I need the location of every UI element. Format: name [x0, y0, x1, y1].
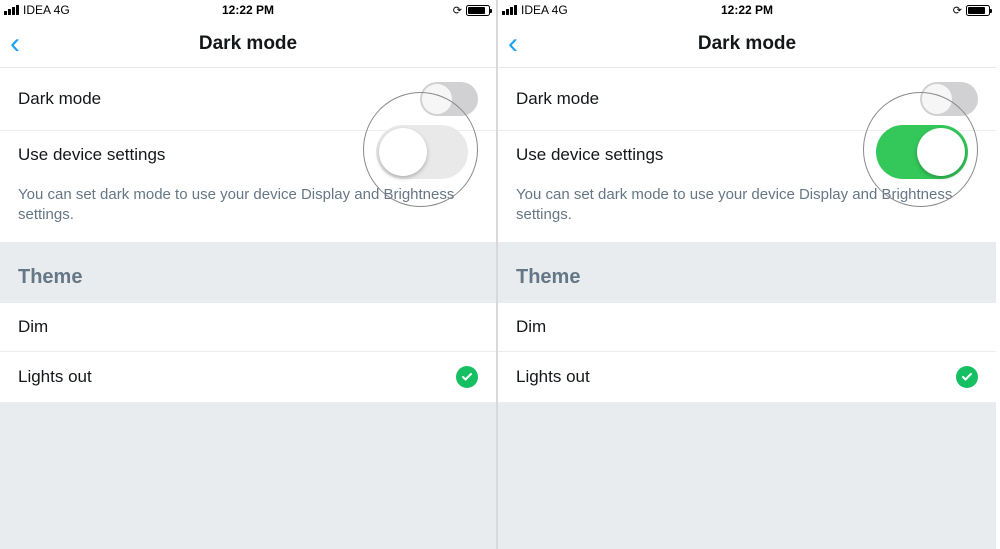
page-title: Dark mode — [698, 33, 796, 55]
theme-lights-out-label: Lights out — [516, 367, 590, 387]
orientation-lock-icon: ⟳ — [453, 4, 462, 17]
nav-header: ‹ Dark mode — [0, 20, 496, 68]
orientation-lock-icon: ⟳ — [953, 4, 962, 17]
use-device-label: Use device settings — [516, 145, 663, 165]
dark-mode-toggle[interactable] — [920, 82, 978, 116]
status-bar: IDEA 4G 12:22 PM ⟳ — [498, 0, 996, 20]
signal-icon — [4, 5, 19, 15]
clock-label: 12:22 PM — [721, 3, 773, 17]
battery-icon — [966, 5, 990, 16]
page-title: Dark mode — [199, 33, 297, 55]
dark-mode-toggle[interactable] — [420, 82, 478, 116]
use-device-description: You can set dark mode to use your device… — [0, 179, 496, 242]
check-icon — [956, 366, 978, 388]
back-button[interactable]: ‹ — [10, 29, 20, 59]
theme-lights-out-row[interactable]: Lights out — [0, 352, 496, 403]
theme-section-header: Theme — [0, 242, 496, 303]
theme-lights-out-row[interactable]: Lights out — [498, 352, 996, 403]
theme-lights-out-label: Lights out — [18, 367, 92, 387]
nav-header: ‹ Dark mode — [498, 20, 996, 68]
theme-section-header: Theme — [498, 242, 996, 303]
signal-icon — [502, 5, 517, 15]
dark-mode-label: Dark mode — [18, 89, 101, 109]
use-device-description: You can set dark mode to use your device… — [498, 179, 996, 242]
theme-dim-label: Dim — [18, 317, 48, 337]
empty-area — [0, 403, 496, 549]
use-device-toggle[interactable] — [876, 125, 968, 179]
battery-icon — [466, 5, 490, 16]
check-icon — [456, 366, 478, 388]
dark-mode-row[interactable]: Dark mode — [0, 68, 496, 131]
use-device-toggle[interactable] — [376, 125, 468, 179]
dark-mode-label: Dark mode — [516, 89, 599, 109]
carrier-label: IDEA 4G — [23, 3, 70, 17]
use-device-label: Use device settings — [18, 145, 165, 165]
carrier-label: IDEA 4G — [521, 3, 568, 17]
empty-area — [498, 403, 996, 549]
theme-dim-row[interactable]: Dim — [498, 303, 996, 352]
phone-screen-left: IDEA 4G 12:22 PM ⟳ ‹ Dark mode Dark mode… — [0, 0, 498, 549]
theme-dim-row[interactable]: Dim — [0, 303, 496, 352]
theme-dim-label: Dim — [516, 317, 546, 337]
clock-label: 12:22 PM — [222, 3, 274, 17]
phone-screen-right: IDEA 4G 12:22 PM ⟳ ‹ Dark mode Dark mode… — [498, 0, 996, 549]
status-bar: IDEA 4G 12:22 PM ⟳ — [0, 0, 496, 20]
back-button[interactable]: ‹ — [508, 29, 518, 59]
dark-mode-row[interactable]: Dark mode — [498, 68, 996, 131]
